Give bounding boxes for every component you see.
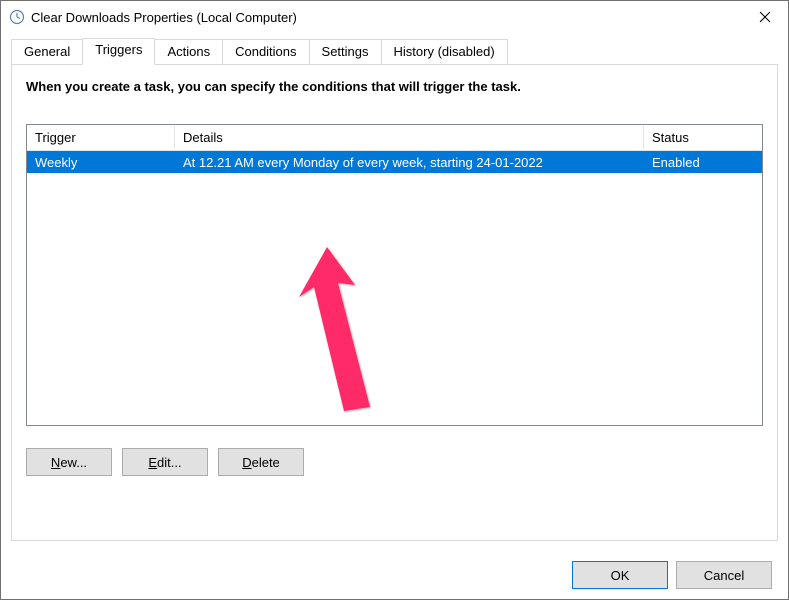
clock-icon	[9, 9, 25, 25]
tab-general[interactable]: General	[11, 39, 83, 65]
triggers-listview[interactable]: Trigger Details Status Weekly At 12.21 A…	[26, 124, 763, 426]
tab-triggers[interactable]: Triggers	[82, 38, 155, 65]
listview-body: Weekly At 12.21 AM every Monday of every…	[27, 151, 762, 425]
tab-settings[interactable]: Settings	[309, 39, 382, 65]
ok-button[interactable]: OK	[572, 561, 668, 589]
header-trigger[interactable]: Trigger	[27, 126, 175, 149]
tab-history[interactable]: History (disabled)	[381, 39, 508, 65]
properties-window: Clear Downloads Properties (Local Comput…	[0, 0, 789, 600]
header-details[interactable]: Details	[175, 126, 644, 149]
tab-actions[interactable]: Actions	[154, 39, 223, 65]
dialog-footer: OK Cancel	[1, 551, 788, 599]
cancel-button[interactable]: Cancel	[676, 561, 772, 589]
new-button[interactable]: New...	[26, 448, 112, 476]
client-area: General Triggers Actions Conditions Sett…	[1, 33, 788, 551]
cell-status: Enabled	[644, 153, 762, 172]
tab-conditions[interactable]: Conditions	[222, 39, 309, 65]
titlebar: Clear Downloads Properties (Local Comput…	[1, 1, 788, 33]
cell-trigger: Weekly	[27, 153, 175, 172]
delete-button[interactable]: Delete	[218, 448, 304, 476]
tab-page-triggers: When you create a task, you can specify …	[11, 64, 778, 541]
intro-text: When you create a task, you can specify …	[26, 79, 763, 94]
trigger-row[interactable]: Weekly At 12.21 AM every Monday of every…	[27, 151, 762, 173]
close-icon	[759, 11, 771, 23]
close-button[interactable]	[742, 1, 788, 33]
window-title: Clear Downloads Properties (Local Comput…	[31, 10, 742, 25]
listview-header: Trigger Details Status	[27, 125, 762, 151]
tab-strip: General Triggers Actions Conditions Sett…	[11, 39, 778, 65]
cell-details: At 12.21 AM every Monday of every week, …	[175, 153, 644, 172]
edit-button[interactable]: Edit...	[122, 448, 208, 476]
header-status[interactable]: Status	[644, 126, 762, 149]
trigger-buttons-row: New... Edit... Delete	[26, 448, 763, 476]
